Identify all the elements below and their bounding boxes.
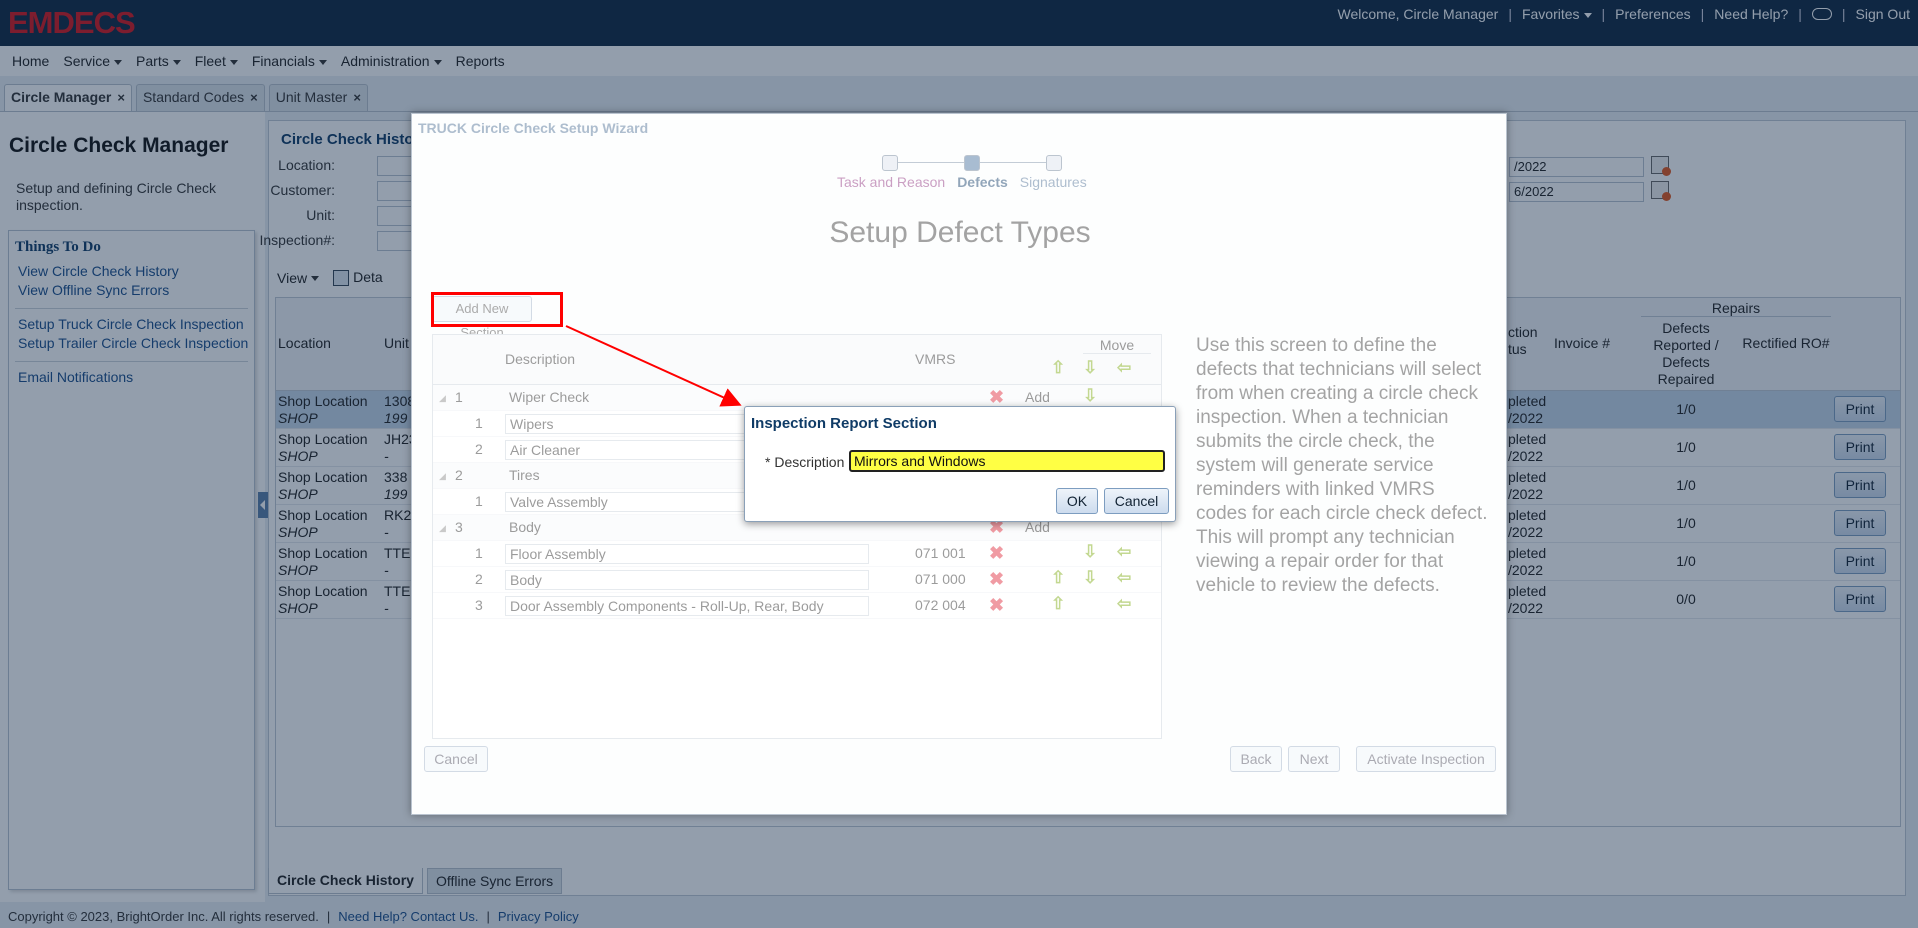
vmrs-code: 071 001 <box>915 545 966 561</box>
vmrs-code: 072 004 <box>915 597 966 613</box>
defect-description-input[interactable]: Floor Assembly <box>505 544 869 564</box>
section-description: Wiper Check <box>509 389 590 405</box>
section-description: Body <box>509 519 541 535</box>
vmrs-code: 071 000 <box>915 571 966 587</box>
move-right-icon: ⇦ <box>1117 358 1132 377</box>
move-out-icon[interactable]: ⇦ <box>1117 543 1131 561</box>
move-out-icon[interactable]: ⇦ <box>1117 569 1131 587</box>
move-down-icon[interactable]: ⇩ <box>1083 569 1097 587</box>
wizard-heading: Setup Defect Types <box>829 216 1091 249</box>
move-down-icon[interactable]: ⇩ <box>1083 543 1097 561</box>
activate-inspection-button[interactable]: Activate Inspection <box>1356 746 1496 772</box>
add-defect-link[interactable]: Add <box>1025 389 1050 405</box>
move-up-icon: ⇧ <box>1051 358 1066 377</box>
wizard-steps <box>882 154 1062 172</box>
move-out-icon[interactable]: ⇦ <box>1117 595 1131 613</box>
wizard-back-button[interactable]: Back <box>1230 746 1282 772</box>
delete-icon[interactable]: ✖ <box>989 544 1004 562</box>
delete-icon[interactable]: ✖ <box>989 570 1004 588</box>
move-up-icon[interactable]: ⇧ <box>1051 595 1065 613</box>
cancel-button[interactable]: Cancel <box>1104 488 1169 514</box>
expand-icon[interactable]: ◢ <box>439 523 446 534</box>
description-input[interactable] <box>849 450 1165 472</box>
defects-header: Description VMRS Move ⇧ ⇩ ⇦ <box>433 335 1161 385</box>
highlight-box <box>431 292 563 327</box>
col-move: Move <box>1083 337 1151 354</box>
expand-icon[interactable]: ◢ <box>439 471 446 482</box>
move-down-icon[interactable]: ⇩ <box>1083 387 1097 405</box>
move-up-icon[interactable]: ⇧ <box>1051 569 1065 587</box>
delete-icon[interactable]: ✖ <box>989 388 1004 406</box>
wizard-title: TRUCK Circle Check Setup Wizard <box>418 120 649 136</box>
ok-button[interactable]: OK <box>1056 488 1098 514</box>
delete-icon[interactable]: ✖ <box>989 596 1004 614</box>
expand-icon[interactable]: ◢ <box>439 393 446 404</box>
step-2-marker <box>964 155 980 171</box>
defect-description-input[interactable]: Body <box>505 570 869 590</box>
col-vmrs: VMRS <box>915 351 956 367</box>
wizard-next-button[interactable]: Next <box>1288 746 1340 772</box>
move-down-icon: ⇩ <box>1083 358 1098 377</box>
wizard-cancel-button[interactable]: Cancel <box>424 746 488 772</box>
step-1-marker <box>882 155 898 171</box>
dialog-title: Inspection Report Section <box>751 415 937 432</box>
col-description: Description <box>505 351 576 367</box>
description-label: * Description <box>765 454 845 470</box>
help-text: Use this screen to define the defects th… <box>1196 335 1488 596</box>
defect-row[interactable]: 3 Door Assembly Components - Roll-Up, Rea… <box>433 593 1161 619</box>
defect-description-input[interactable]: Door Assembly Components - Roll-Up, Rear… <box>505 596 869 616</box>
step-task-reason: Task and Reason <box>837 174 946 190</box>
step-defects: Defects <box>957 174 1008 190</box>
wizard-step-labels: Task and Reason Defects Signatures <box>837 174 1127 190</box>
step-3-marker <box>1046 155 1062 171</box>
section-description: Tires <box>509 467 540 483</box>
defects-table: Description VMRS Move ⇧ ⇩ ⇦ ◢ 1 Wiper Chec… <box>432 334 1162 739</box>
step-signatures: Signatures <box>1019 174 1087 190</box>
defect-row[interactable]: 1 Floor Assembly 071 001 ✖ ⇩ ⇦ <box>433 541 1161 567</box>
defect-row[interactable]: 2 Body 071 000 ✖ ⇧ ⇩ ⇦ <box>433 567 1161 593</box>
section-dialog: Inspection Report Section * Description … <box>744 406 1176 522</box>
